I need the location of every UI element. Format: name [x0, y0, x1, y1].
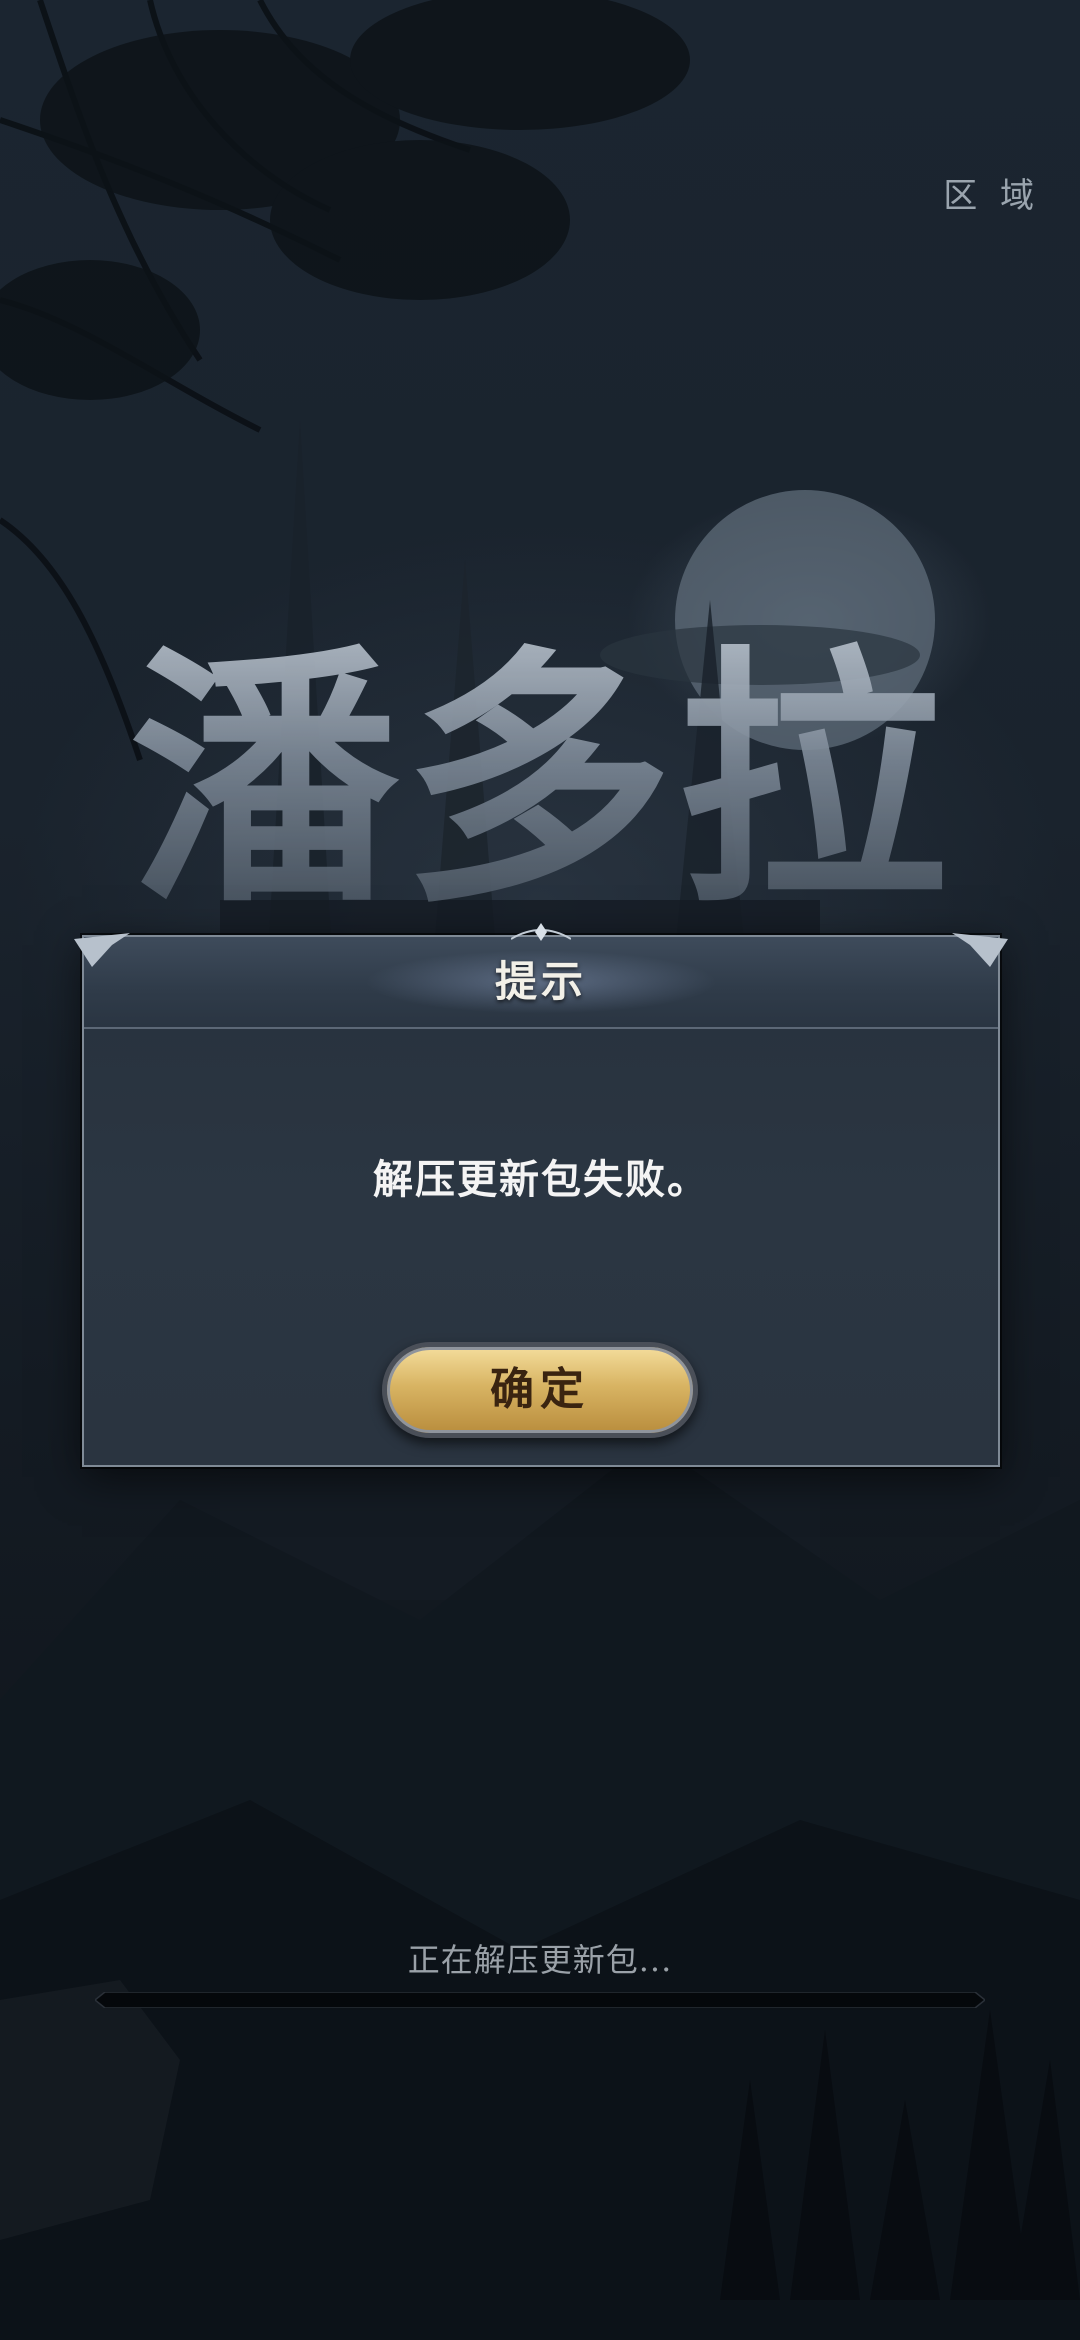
alert-dialog: 提示 解压更新包失败。 确定	[74, 923, 1008, 1467]
game-loading-screen: 区 域 潘多拉 提示 解压更新包失败。 确定 正在解压更新包...	[0, 0, 1080, 2340]
game-logo: 潘多拉	[120, 600, 960, 960]
confirm-button-label: 确定	[490, 1364, 590, 1415]
loading-progress-bar	[95, 1992, 985, 2008]
foliage	[0, 0, 690, 400]
loading-status-text: 正在解压更新包...	[407, 1941, 673, 1979]
confirm-button[interactable]: 确定	[382, 1342, 698, 1438]
dialog-header: 提示	[74, 923, 1008, 1029]
dialog-title: 提示	[494, 957, 587, 1006]
dialog-message: 解压更新包失败。	[373, 1156, 709, 1203]
region-button[interactable]: 区 域	[943, 168, 1040, 217]
